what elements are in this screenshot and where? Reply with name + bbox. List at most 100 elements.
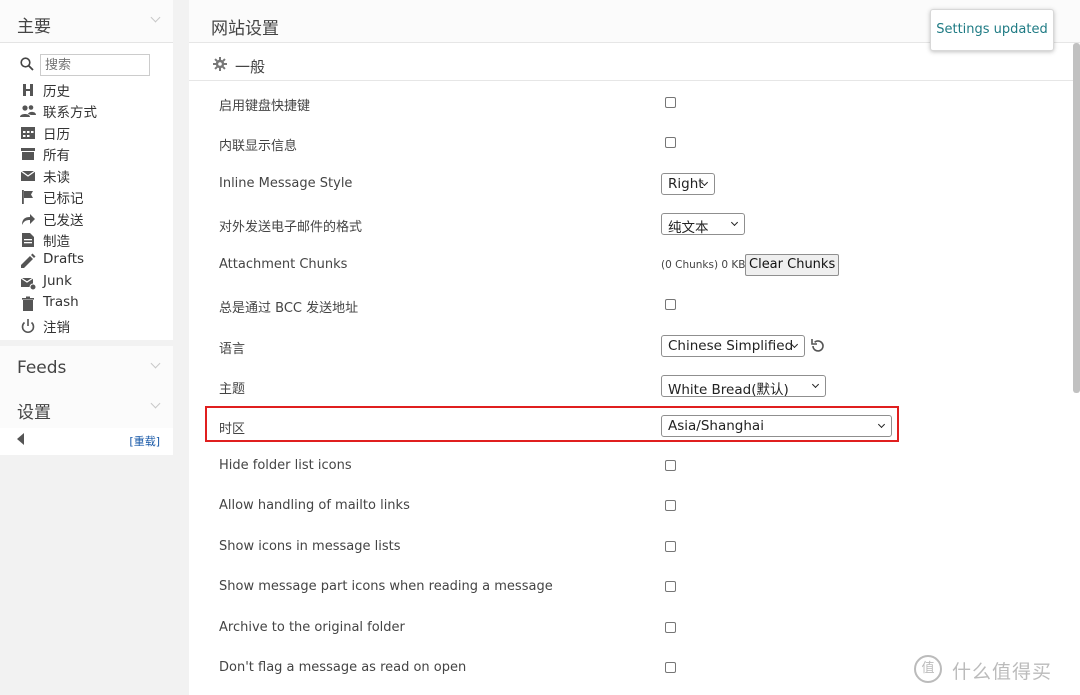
chevron-down-icon[interactable]: [150, 398, 161, 409]
folder-icon: [21, 148, 35, 160]
settings-section-header[interactable]: 设置: [0, 386, 173, 429]
setting-row-timezone: 时区 Asia/Shanghai: [189, 406, 1080, 446]
reload-link[interactable]: [重载]: [129, 433, 160, 449]
history-icon: [23, 84, 33, 96]
sidebar-item-label: Drafts: [43, 251, 85, 267]
power-icon: [21, 319, 35, 334]
settings-panel: 网站设置 一般 启用键盘快捷键 内联显示信息 Inline Message St…: [189, 0, 1080, 695]
search-icon[interactable]: [20, 57, 34, 71]
setting-label: Archive to the original folder: [219, 620, 405, 635]
setting-row-bcc: 总是通过 BCC 发送地址: [189, 285, 1080, 325]
sidebar-item-label: 日历: [43, 127, 70, 143]
mailto-links-checkbox[interactable]: [665, 500, 676, 511]
watermark-text: 什么值得买: [952, 661, 1053, 683]
chevron-down-icon[interactable]: [150, 12, 161, 23]
select-value: White Bread(默认): [668, 382, 789, 398]
setting-row-hide-folder-icons: Hide folder list icons: [189, 446, 1080, 486]
bcc-checkbox[interactable]: [665, 299, 676, 310]
calendar-icon: [21, 127, 35, 139]
refresh-icon[interactable]: [809, 337, 827, 355]
setting-label: Inline Message Style: [219, 176, 353, 191]
setting-label: 内联显示信息: [219, 139, 298, 154]
chevron-down-icon[interactable]: [150, 358, 161, 369]
gear-icon: [213, 57, 227, 71]
setting-row-archive-original: Archive to the original folder: [189, 608, 1080, 648]
junk-icon: [20, 277, 36, 291]
setting-label: Don't flag a message as read on open: [219, 660, 467, 675]
setting-label: Attachment Chunks: [219, 257, 348, 272]
sidebar-item-label: Junk: [43, 273, 72, 289]
timezone-select[interactable]: Asia/Shanghai: [661, 415, 892, 437]
setting-row-message-part-icons: Show message part icons when reading a m…: [189, 567, 1080, 607]
language-select[interactable]: Chinese Simplified: [661, 335, 805, 357]
settings-section-body: [重载]: [0, 428, 173, 455]
search-input[interactable]: [40, 54, 150, 76]
sidebar-item-label: 所有: [43, 148, 70, 164]
setting-row-keyboard-shortcuts: 启用键盘快捷键: [189, 83, 1080, 123]
flag-read-checkbox[interactable]: [665, 662, 676, 673]
select-value: Chinese Simplified: [668, 338, 794, 354]
page-title: 网站设置: [211, 19, 279, 39]
sidebar-item-label: 注销: [43, 320, 70, 336]
main-section-title: 主要: [17, 17, 51, 37]
setting-row-theme: 主题 White Bread(默认): [189, 366, 1080, 406]
setting-label: 总是通过 BCC 发送地址: [219, 301, 359, 316]
setting-row-attachment-chunks: Attachment Chunks (0 Chunks) 0 KB Clear …: [189, 245, 1080, 285]
setting-label: 语言: [219, 342, 246, 357]
toast-text: Settings updated: [936, 22, 1048, 37]
flag-icon: [22, 190, 33, 204]
setting-row-inline-message-style: Inline Message Style Right: [189, 164, 1080, 204]
send-arrow-icon: [22, 214, 35, 225]
setting-label: 对外发送电子邮件的格式: [219, 220, 363, 235]
select-value: Asia/Shanghai: [668, 418, 764, 434]
setting-label: Hide folder list icons: [219, 458, 352, 473]
setting-row-email-format: 对外发送电子邮件的格式 纯文本: [189, 204, 1080, 244]
setting-label: Allow handling of mailto links: [219, 498, 410, 513]
settings-group-title: 一般: [235, 58, 266, 76]
envelope-icon: [20, 170, 36, 181]
setting-row-language: 语言 Chinese Simplified: [189, 326, 1080, 366]
setting-label: 启用键盘快捷键: [219, 99, 311, 114]
chevron-down-icon: [811, 380, 820, 389]
trash-icon: [22, 296, 34, 311]
sidebar-item-label: 制造: [43, 234, 70, 250]
feeds-section-title: Feeds: [17, 358, 67, 378]
chunks-info: (0 Chunks) 0 KB: [661, 259, 746, 271]
contacts-icon: [20, 105, 36, 117]
message-part-icons-checkbox[interactable]: [665, 581, 676, 592]
settings-section-title: 设置: [17, 403, 51, 423]
chevron-down-icon: [730, 218, 739, 227]
setting-row-inline-display: 内联显示信息: [189, 123, 1080, 163]
sidebar-item-label: 未读: [43, 170, 70, 186]
watermark: 值 什么值得买: [914, 653, 1074, 687]
setting-label: 主题: [219, 382, 246, 397]
sidebar-item-label: 已标记: [43, 191, 84, 207]
settings-updated-toast: Settings updated: [930, 9, 1054, 51]
theme-select[interactable]: White Bread(默认): [661, 375, 826, 398]
hide-folder-icons-checkbox[interactable]: [665, 460, 676, 471]
setting-label: Show icons in message lists: [219, 539, 401, 554]
archive-original-checkbox[interactable]: [665, 622, 676, 633]
sidebar-item-label: 已发送: [43, 213, 84, 229]
sidebar-item-label: Trash: [43, 294, 79, 310]
sidebar-item-label: 历史: [43, 84, 70, 100]
setting-label: 时区: [219, 422, 246, 437]
sidebar-item-label: 联系方式: [43, 105, 97, 121]
email-format-select[interactable]: 纯文本: [661, 213, 745, 236]
select-value: 纯文本: [668, 220, 709, 236]
setting-row-message-list-icons: Show icons in message lists: [189, 527, 1080, 567]
pencil-icon: [21, 253, 36, 268]
nav-menu: 历史 联系方式 日历 所有 未读 已标记 已发送 制造: [0, 43, 173, 341]
clear-chunks-button[interactable]: Clear Chunks: [745, 254, 840, 276]
sidebar: 主要 历史 联系方式 日历 所有 未读 已标记: [0, 0, 173, 695]
inline-display-checkbox[interactable]: [665, 137, 676, 148]
inline-message-style-select[interactable]: Right: [661, 173, 715, 195]
setting-row-mailto-links: Allow handling of mailto links: [189, 486, 1080, 526]
message-list-icons-checkbox[interactable]: [665, 541, 676, 552]
setting-label: Show message part icons when reading a m…: [219, 579, 553, 594]
keyboard-shortcuts-checkbox[interactable]: [665, 97, 676, 108]
watermark-logo: 值: [914, 655, 942, 683]
feeds-section-header[interactable]: Feeds: [0, 346, 173, 389]
main-section-header[interactable]: 主要: [0, 0, 173, 43]
collapse-arrow-icon[interactable]: [17, 433, 24, 445]
